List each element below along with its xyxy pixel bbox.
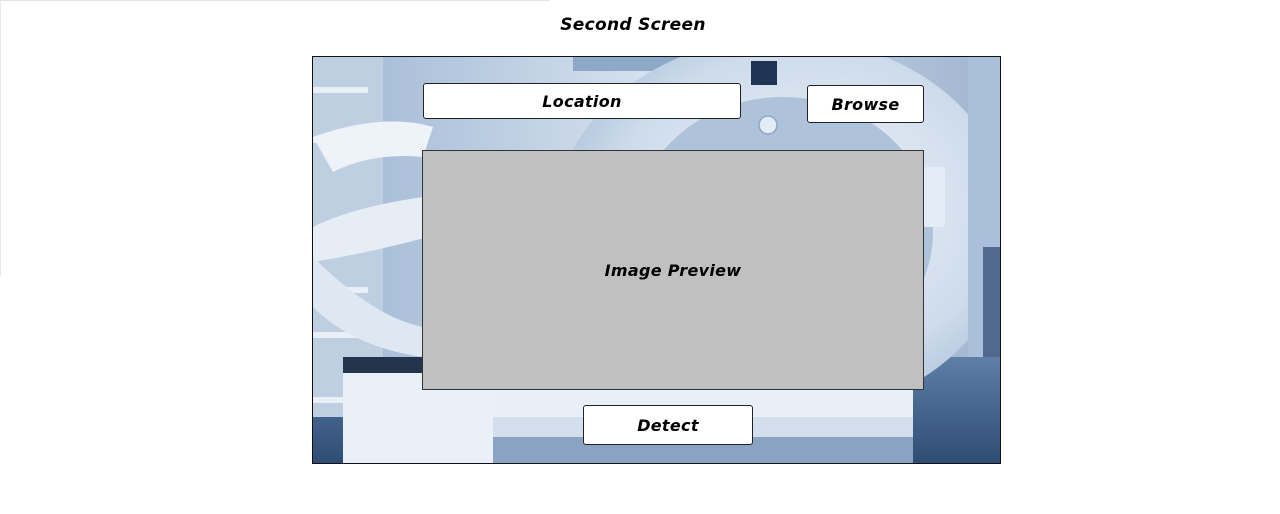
main-panel: Location Browse Image Preview Detect: [312, 56, 1001, 464]
location-label: Location: [542, 91, 622, 111]
image-preview-label: Image Preview: [604, 260, 742, 280]
left-edge-line: [0, 0, 1, 276]
screen-title: Second Screen: [560, 15, 706, 35]
detect-button[interactable]: Detect: [583, 405, 753, 445]
top-edge-line: [0, 0, 550, 1]
location-field[interactable]: Location: [423, 83, 741, 119]
browse-button[interactable]: Browse: [807, 85, 924, 123]
browse-button-label: Browse: [831, 94, 900, 114]
detect-button-label: Detect: [637, 415, 699, 435]
image-preview: Image Preview: [422, 150, 924, 390]
